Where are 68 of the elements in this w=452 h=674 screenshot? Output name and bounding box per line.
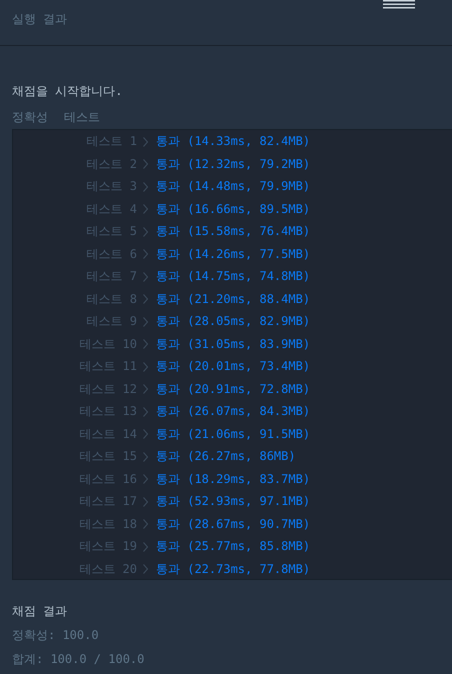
test-result: 통과 (21.20ms, 88.4MB) xyxy=(156,292,310,306)
test-result: 통과 (26.07ms, 84.3MB) xyxy=(156,404,310,418)
summary-title: 채점 결과 xyxy=(12,603,68,620)
chevron-icon xyxy=(143,316,148,327)
tab-label[interactable]: 테스트 xyxy=(64,108,100,126)
test-label: 테스트 3 xyxy=(86,178,137,195)
chevron-icon xyxy=(143,429,148,440)
test-result: 통과 (28.67ms, 90.7MB) xyxy=(156,516,310,530)
test-result: 통과 (22.73ms, 77.8MB) xyxy=(156,562,310,576)
test-result: 통과 (28.05ms, 82.9MB) xyxy=(156,314,310,328)
chevron-icon xyxy=(143,182,148,192)
chevron-icon xyxy=(143,204,148,214)
test-label: 테스트 1 xyxy=(86,133,137,150)
test-label: 테스트 11 xyxy=(78,358,137,375)
menu-icon[interactable] xyxy=(383,0,415,9)
status-message: 채점을 시작합니다. xyxy=(12,83,124,100)
test-label: 테스트 7 xyxy=(86,268,137,285)
test-result: 통과 (16.66ms, 89.5MB) xyxy=(156,202,310,216)
test-label: 테스트 10 xyxy=(78,336,137,352)
chevron-icon xyxy=(143,294,148,304)
test-label: 테스트 17 xyxy=(78,493,137,510)
chevron-icon xyxy=(143,406,148,417)
test-label: 테스트 12 xyxy=(78,380,137,398)
test-label: 테스트 16 xyxy=(78,470,137,488)
test-result: 통과 (14.33ms, 82.4MB) xyxy=(156,134,310,148)
chevron-icon xyxy=(143,474,148,484)
chevron-icon xyxy=(143,496,148,507)
test-result: 통과 (18.29ms, 83.7MB) xyxy=(156,472,310,486)
test-label: 테스트 5 xyxy=(86,223,137,240)
tab-label[interactable]: 정확성 xyxy=(12,108,48,126)
test-label: 테스트 8 xyxy=(86,290,137,308)
test-label: 테스트 6 xyxy=(86,246,137,262)
test-label: 테스트 9 xyxy=(86,313,137,330)
test-result: 통과 (15.58ms, 76.4MB) xyxy=(156,224,310,238)
summary-line: 합계: 100.0 / 100.0 xyxy=(12,651,146,668)
test-result: 통과 (21.06ms, 91.5MB) xyxy=(156,426,310,440)
test-label: 테스트 13 xyxy=(78,403,137,420)
chevron-icon xyxy=(143,136,148,147)
test-label: 테스트 18 xyxy=(78,516,137,532)
test-result: 통과 (20.91ms, 72.8MB) xyxy=(156,382,310,396)
test-result: 통과 (12.32ms, 79.2MB) xyxy=(156,156,310,170)
test-result: 통과 (26.27ms, 86MB) xyxy=(156,449,296,463)
test-label: 테스트 4 xyxy=(86,200,137,218)
chevron-icon xyxy=(143,159,148,170)
chevron-icon xyxy=(143,249,148,260)
chevron-icon xyxy=(143,339,148,350)
test-label: 테스트 15 xyxy=(78,448,137,465)
test-result: 통과 (31.05ms, 83.9MB) xyxy=(156,336,310,350)
chevron-icon xyxy=(143,519,148,530)
test-result: 통과 (25.77ms, 85.8MB) xyxy=(156,539,310,553)
summary-line: 정확성: 100.0 xyxy=(12,627,100,644)
test-label: 테스트 20 xyxy=(78,560,137,578)
test-result: 통과 (52.93ms, 97.1MB) xyxy=(156,494,310,508)
test-label: 테스트 2 xyxy=(86,156,137,172)
chevron-icon xyxy=(143,452,148,462)
test-result: 통과 (14.26ms, 77.5MB) xyxy=(156,246,310,260)
chevron-icon xyxy=(143,564,148,574)
chevron-icon xyxy=(143,542,148,552)
chevron-icon xyxy=(143,226,148,237)
chevron-icon xyxy=(143,362,148,372)
test-result: 통과 (20.01ms, 73.4MB) xyxy=(156,359,310,373)
test-label: 테스트 19 xyxy=(78,538,137,555)
panel-title: 실행 결과 xyxy=(12,12,68,26)
chevron-icon xyxy=(143,272,148,282)
test-label: 테스트 14 xyxy=(78,426,137,442)
chevron-icon xyxy=(143,384,148,394)
test-result: 통과 (14.48ms, 79.9MB) xyxy=(156,179,310,193)
test-result: 통과 (14.75ms, 74.8MB) xyxy=(156,269,310,283)
